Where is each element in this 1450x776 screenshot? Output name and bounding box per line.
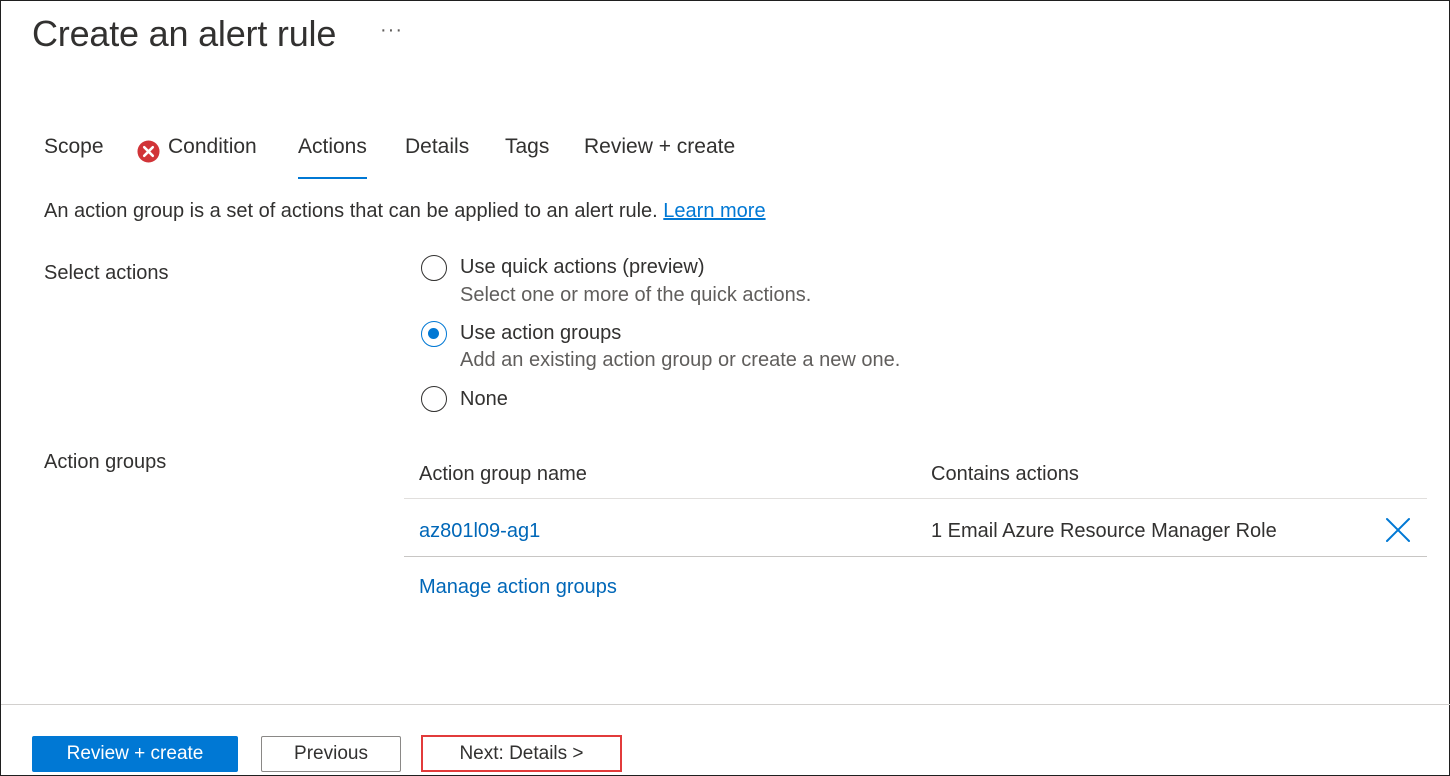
tab-actions[interactable]: Actions xyxy=(298,135,367,179)
radio-none-label[interactable]: None xyxy=(460,388,508,411)
error-circle-icon xyxy=(137,140,160,163)
manage-action-groups-link[interactable]: Manage action groups xyxy=(419,576,617,599)
actions-description: An action group is a set of actions that… xyxy=(44,200,766,223)
row-divider xyxy=(404,556,1427,557)
action-groups-label: Action groups xyxy=(44,451,167,473)
page-title: Create an alert rule xyxy=(32,13,337,54)
tab-tags[interactable]: Tags xyxy=(505,135,549,179)
review-create-button[interactable]: Review + create xyxy=(32,736,238,772)
column-header-name: Action group name xyxy=(419,463,587,485)
tab-actions-label: Actions xyxy=(298,135,367,158)
radio-none[interactable] xyxy=(421,386,447,412)
tab-review-create[interactable]: Review + create xyxy=(584,135,735,179)
radio-quick-actions-label[interactable]: Use quick actions (preview) xyxy=(460,256,705,279)
description-text: An action group is a set of actions that… xyxy=(44,200,658,222)
tab-scope[interactable]: Scope xyxy=(44,135,104,179)
tab-review-create-label: Review + create xyxy=(584,135,736,158)
action-group-contains: 1 Email Azure Resource Manager Role xyxy=(931,520,1277,542)
radio-quick-actions-description: Select one or more of the quick actions. xyxy=(460,284,812,306)
next-details-button[interactable]: Next: Details > xyxy=(421,735,622,772)
radio-action-groups[interactable] xyxy=(421,321,447,347)
tab-details[interactable]: Details xyxy=(405,135,469,179)
learn-more-link[interactable]: Learn more xyxy=(663,200,765,222)
more-options-button[interactable]: ··· xyxy=(380,19,403,42)
close-icon[interactable] xyxy=(1384,516,1412,544)
action-group-name-link[interactable]: az801l09-ag1 xyxy=(419,520,540,543)
radio-quick-actions[interactable] xyxy=(421,255,447,281)
alert-rule-blade: Create an alert rule ··· Scope Condition… xyxy=(0,0,1450,776)
radio-action-groups-description: Add an existing action group or create a… xyxy=(460,349,901,371)
header-divider xyxy=(404,498,1427,499)
previous-button[interactable]: Previous xyxy=(261,736,401,772)
tab-tags-label: Tags xyxy=(505,135,550,158)
tab-condition[interactable]: Condition xyxy=(137,135,257,179)
footer-divider xyxy=(1,704,1450,705)
column-header-actions: Contains actions xyxy=(931,463,1079,485)
radio-action-groups-label[interactable]: Use action groups xyxy=(460,322,621,345)
tab-condition-label: Condition xyxy=(168,135,257,158)
select-actions-label: Select actions xyxy=(44,262,169,284)
tab-details-label: Details xyxy=(405,135,470,158)
tab-scope-label: Scope xyxy=(44,135,104,158)
